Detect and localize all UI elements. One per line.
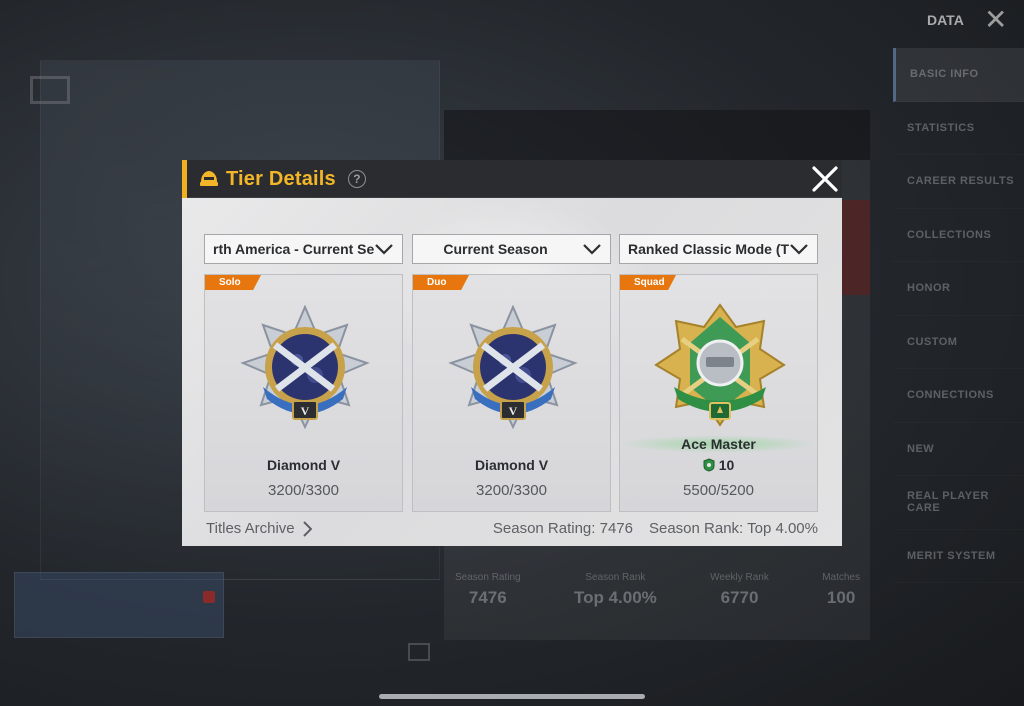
dialog-title-group: Tier Details ? xyxy=(198,160,366,198)
tier-name: Ace Master xyxy=(620,435,817,453)
tier-points: 3200/3300 xyxy=(476,482,547,499)
season-rating: Season Rating: 7476 xyxy=(492,520,633,537)
sidebar-item-new: NEW xyxy=(893,423,1024,477)
diamond-emblem-icon: V xyxy=(240,305,370,430)
server-dropdown-value: rth America - Current Serv xyxy=(213,241,374,257)
svg-text:V: V xyxy=(301,404,310,418)
sidebar-item-custom: CUSTOM xyxy=(893,316,1024,370)
level-shield-icon xyxy=(703,458,715,472)
season-dropdown[interactable]: Current Season xyxy=(412,234,611,264)
server-dropdown[interactable]: rth America - Current Serv xyxy=(204,234,403,264)
tier-card-squad[interactable]: Squad Ace Master 10 5500/5200 xyxy=(619,274,818,512)
sidebar-item-collections: COLLECTIONS xyxy=(893,209,1024,263)
stat-label: Weekly Rank xyxy=(710,572,769,583)
sidebar-item-career-results: CAREER RESULTS xyxy=(893,155,1024,209)
notification-dot xyxy=(203,591,215,603)
help-icon[interactable]: ? xyxy=(347,170,366,188)
sidebar-item-merit-system: MERIT SYSTEM xyxy=(893,530,1024,584)
background-stat: Matches 100 xyxy=(822,572,860,608)
chevron-down-icon xyxy=(583,244,601,255)
dialog-body: rth America - Current Serv Current Seaso… xyxy=(182,198,842,546)
background-social-card xyxy=(14,572,224,638)
dialog-header: Tier Details ? xyxy=(182,160,842,198)
svg-text:V: V xyxy=(509,404,518,418)
sidebar-item-connections: CONNECTIONS xyxy=(893,369,1024,423)
sidebar-item-real-player-care: REAL PLAYER CARE xyxy=(893,476,1024,530)
ace-master-emblem-icon xyxy=(654,303,786,427)
home-indicator[interactable] xyxy=(379,694,645,699)
stat-label: Season Rank xyxy=(585,572,646,583)
background-decoration xyxy=(840,200,870,295)
tier-points: 5500/5200 xyxy=(683,482,754,499)
helmet-icon xyxy=(200,171,218,186)
sidebar-item-statistics: STATISTICS xyxy=(893,102,1024,156)
sidebar-item-basic-info: BASIC INFO xyxy=(893,48,1024,102)
background-stat: Weekly Rank 6770 xyxy=(710,572,769,608)
data-close-icon: ✕ xyxy=(984,4,1008,35)
mode-badge: Solo xyxy=(205,275,261,290)
chevron-right-icon xyxy=(302,520,312,537)
stat-value: 6770 xyxy=(720,588,759,607)
titles-archive-link[interactable]: Titles Archive xyxy=(206,520,312,537)
data-sidebar: BASIC INFO STATISTICS CAREER RESULTS COL… xyxy=(893,48,1024,583)
stat-value: 100 xyxy=(826,588,856,607)
frame-icon xyxy=(30,76,70,104)
mode-badge: Duo xyxy=(413,275,469,290)
background-stat: Season Rank Top 4.00% xyxy=(574,572,657,608)
tier-card-duo[interactable]: Duo V Diamond V 3200/3300 xyxy=(412,274,611,512)
stat-value: Top 4.00% xyxy=(573,588,657,607)
background-stat: Season Rating 7476 xyxy=(455,572,521,608)
close-button[interactable] xyxy=(808,162,842,196)
background-stats-row: Season Rating 7476 Season Rank Top 4.00%… xyxy=(455,572,860,608)
mode-dropdown-value: Ranked Classic Mode (TPP) xyxy=(628,241,789,257)
season-rank: Season Rank: Top 4.00% xyxy=(648,520,818,537)
mode-badge: Squad xyxy=(620,275,676,290)
season-summary: Season Rating: 7476 Season Rank: Top 4.0… xyxy=(493,520,818,537)
tier-name: Diamond V xyxy=(474,457,549,473)
stat-label: Matches xyxy=(822,572,860,583)
close-icon xyxy=(812,166,838,192)
tier-level-value: 10 xyxy=(718,457,735,473)
stat-value: 7476 xyxy=(468,588,507,607)
titles-archive-label: Titles Archive xyxy=(206,520,295,537)
tier-level: 10 xyxy=(620,457,817,473)
tier-card-solo[interactable]: Solo V Diamond V 3200/3300 xyxy=(204,274,403,512)
chevron-down-icon xyxy=(375,244,393,255)
share-icon xyxy=(408,643,430,661)
mode-dropdown[interactable]: Ranked Classic Mode (TPP) xyxy=(619,234,818,264)
data-title: DATA xyxy=(927,12,964,28)
background-panel-header xyxy=(444,110,870,160)
chevron-down-icon xyxy=(790,244,808,255)
header-accent-bar xyxy=(182,160,187,198)
stat-label: Season Rating xyxy=(455,572,521,583)
tier-name: Diamond V xyxy=(266,457,341,473)
diamond-emblem-icon: V xyxy=(448,305,578,430)
season-dropdown-value: Current Season xyxy=(443,241,548,257)
tier-points: 3200/3300 xyxy=(268,482,339,499)
sidebar-item-honor: HONOR xyxy=(893,262,1024,316)
dialog-title: Tier Details xyxy=(226,167,336,190)
